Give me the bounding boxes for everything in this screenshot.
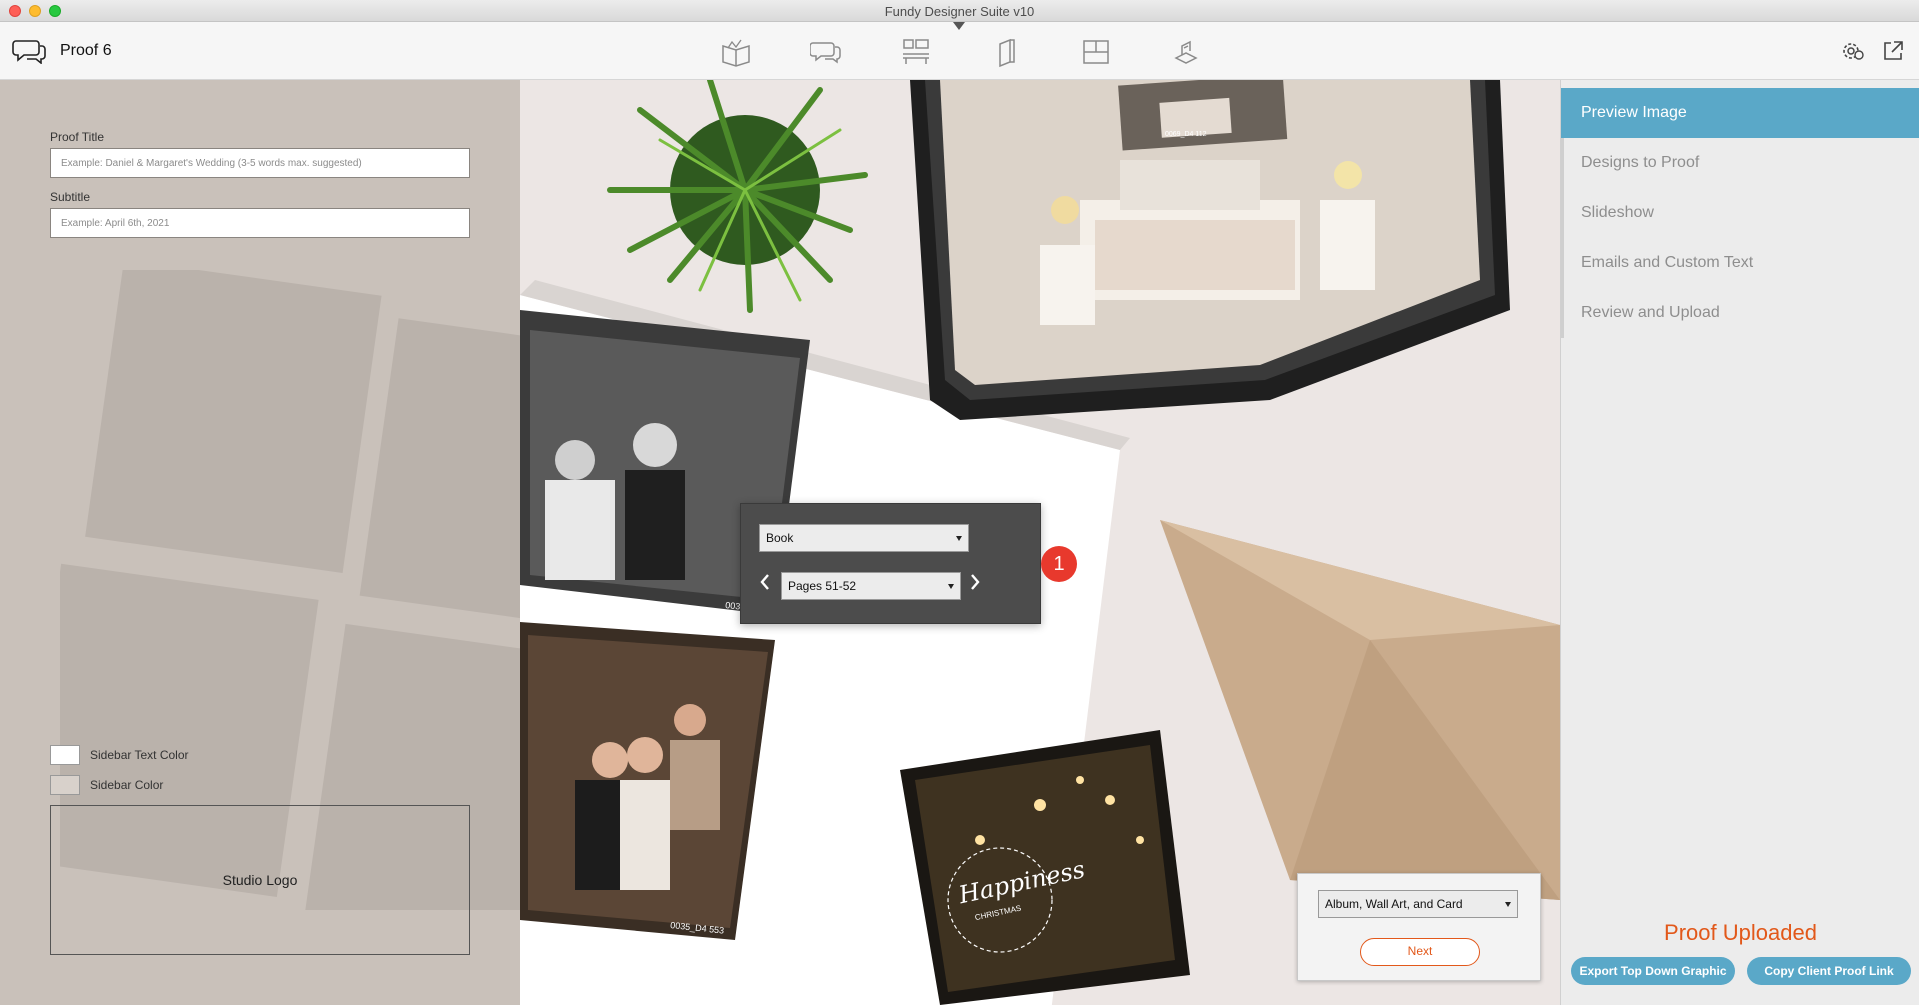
copy-client-proof-link-button[interactable]: Copy Client Proof Link (1747, 957, 1911, 985)
album-tool-icon[interactable] (720, 36, 752, 68)
proof-tool-icon[interactable] (810, 36, 842, 68)
menu-item-emails-and-custom-text[interactable]: Emails and Custom Text (1561, 238, 1919, 288)
proof-settings-sidebar: Proof Title Subtitle Sidebar Text Color … (0, 80, 520, 1005)
workflow-steps-sidebar: Preview Image Designs to Proof Slideshow… (1560, 80, 1919, 1005)
active-tool-indicator (953, 22, 965, 30)
subtitle-input[interactable] (50, 208, 470, 238)
studio-logo-label: Studio Logo (222, 872, 298, 888)
book-select[interactable]: Book (759, 524, 969, 552)
holiday-card-mockup: Happiness CHRISTMAS (900, 730, 1190, 1005)
book-select-value: Book (766, 531, 794, 545)
next-button[interactable]: Next (1360, 938, 1480, 966)
tablet-mockup: 0069_D4 112 (910, 80, 1510, 420)
menu-item-review-and-upload[interactable]: Review and Upload (1561, 288, 1919, 338)
envelope-decoration (1160, 520, 1560, 900)
plant-decoration (607, 80, 868, 313)
sidebar-color-swatch[interactable] (50, 775, 80, 795)
chevron-down-icon (948, 584, 954, 589)
proof-chat-icon[interactable] (12, 38, 46, 64)
window-title: Fundy Designer Suite v10 (884, 4, 1035, 19)
proof-title-label: Proof Title (50, 130, 105, 144)
card-tool-icon[interactable] (990, 36, 1022, 68)
subtitle-label: Subtitle (50, 190, 91, 204)
book-page-selector: Book Pages 51-52 (740, 503, 1041, 624)
album-photo-bottom: 0035_D4 553 (520, 622, 775, 940)
product-type-value: Album, Wall Art, and Card (1325, 897, 1463, 911)
external-window-icon[interactable] (1880, 38, 1906, 64)
studio-logo-dropzone[interactable]: Studio Logo (50, 805, 470, 955)
photo-label-tablet: 0069_D4 112 (1165, 131, 1207, 138)
proof-name: Proof 6 (60, 42, 112, 59)
menu-item-designs-to-proof[interactable]: Designs to Proof (1561, 138, 1919, 188)
tablet-thumbnail-strip: 0069_D4 112 (1118, 80, 1288, 151)
pages-select-value: Pages 51-52 (788, 579, 857, 593)
export-top-down-graphic-button[interactable]: Export Top Down Graphic (1571, 957, 1735, 985)
next-page-arrow-icon[interactable] (967, 572, 983, 592)
wall-art-tool-icon[interactable] (900, 36, 932, 68)
pages-select[interactable]: Pages 51-52 (781, 572, 961, 600)
sidebar-color-label: Sidebar Color (90, 778, 164, 792)
sidebar-text-color-label: Sidebar Text Color (90, 748, 189, 762)
chevron-down-icon (1505, 902, 1511, 907)
proof-title-input[interactable] (50, 148, 470, 178)
settings-gear-icon[interactable] (1840, 38, 1866, 64)
ordering-tool-icon[interactable] (1170, 36, 1202, 68)
menu-item-preview-image[interactable]: Preview Image (1561, 88, 1919, 138)
menu-item-slideshow[interactable]: Slideshow (1561, 188, 1919, 238)
product-type-select[interactable]: Album, Wall Art, and Card (1318, 890, 1518, 918)
chevron-down-icon (956, 536, 962, 541)
layout-tool-icon[interactable] (1080, 36, 1112, 68)
main-toolbar: Proof 6 (0, 22, 1919, 80)
product-type-panel: Album, Wall Art, and Card Next (1297, 873, 1541, 981)
step-badge: 1 (1041, 546, 1077, 582)
sidebar-text-color-swatch[interactable] (50, 745, 80, 765)
title-bar: Fundy Designer Suite v10 (0, 0, 1919, 22)
proof-status-text: Proof Uploaded (1664, 920, 1817, 945)
previous-page-arrow-icon[interactable] (757, 572, 773, 592)
